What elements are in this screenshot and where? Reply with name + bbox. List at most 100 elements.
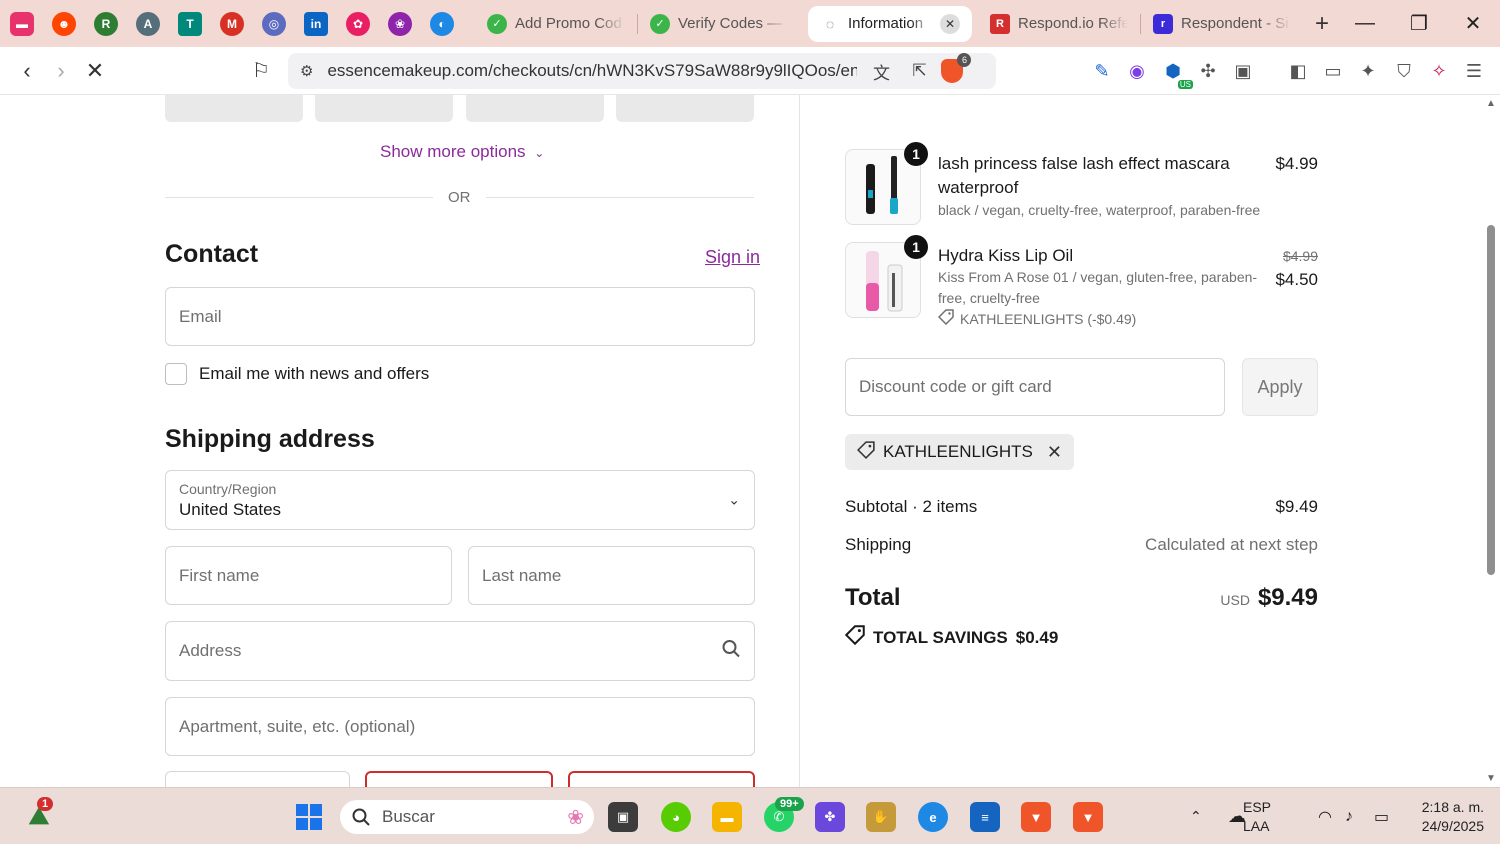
battery-icon[interactable]: ▭	[1374, 788, 1389, 845]
tab-respondent[interactable]: r Respondent - Si	[1141, 6, 1303, 42]
pinned-tab-r[interactable]: R	[87, 5, 125, 43]
savings-value: $0.49	[1015, 627, 1059, 647]
close-tab-icon[interactable]: ✕	[940, 13, 960, 34]
show-more-options-link[interactable]: Show more options ⌄	[380, 142, 544, 162]
edit-note-icon[interactable]: ✎	[1090, 59, 1114, 83]
back-icon[interactable]: ‹	[10, 58, 44, 84]
brave-shield-icon[interactable]: 6	[941, 53, 972, 83]
remove-discount-icon[interactable]: ✕	[1047, 442, 1062, 463]
vpn-label: US	[1177, 80, 1193, 89]
apartment-field[interactable]: Apartment, suite, etc. (optional)	[165, 697, 755, 756]
clock[interactable]: 2:18 a. m. 24/9/2025	[1422, 798, 1484, 836]
wifi-icon[interactable]: ◠	[1318, 788, 1332, 845]
contact-heading: Contact	[165, 240, 259, 268]
task-view-icon[interactable]: ▣	[608, 802, 638, 832]
maximize-icon[interactable]: ❐	[1392, 11, 1446, 36]
brave-active-icon[interactable]: ▼	[1073, 802, 1103, 832]
screenshot-icon[interactable]: ▣	[1231, 59, 1255, 83]
pinned-tab-speech-bubble[interactable]: ▬	[3, 5, 41, 43]
subtotal-value: $9.49	[1275, 497, 1318, 516]
express-pay-button[interactable]	[466, 95, 604, 122]
pinned-tab-reddit[interactable]: ☻	[45, 5, 83, 43]
site-settings-icon[interactable]: ⚙	[300, 62, 313, 80]
volume-icon[interactable]: ♪	[1345, 788, 1353, 845]
extensions-icon[interactable]: ✣	[1196, 59, 1220, 83]
apply-button[interactable]: Apply	[1242, 358, 1318, 416]
forward-icon[interactable]: ›	[44, 58, 78, 84]
email-field[interactable]: Email	[165, 287, 755, 346]
flower-icon: ✿	[346, 11, 370, 36]
windows-start-icon[interactable]	[294, 802, 324, 832]
tab-verify-codes[interactable]: ✓ Verify Codes —	[638, 6, 800, 42]
product-variant: black / vegan, cruelty-free, waterproof,…	[938, 202, 1261, 218]
pinned-tab-drop[interactable]: ◐	[423, 5, 461, 43]
vpn-shield-icon[interactable]: ⛉	[1392, 59, 1416, 83]
menu-icon[interactable]: ☰	[1462, 59, 1486, 83]
scroll-up-icon[interactable]: ▲	[1486, 98, 1496, 109]
new-tab-button[interactable]: +	[1315, 10, 1329, 38]
subtotal-label: Subtotal · 2 items	[845, 497, 978, 516]
pinned-tab-swirl[interactable]: ◎	[255, 5, 293, 43]
savings-label: TOTAL SAVINGS	[873, 627, 1008, 647]
stop-loading-icon[interactable]: ✕	[78, 58, 112, 84]
edge-icon[interactable]: e	[918, 802, 948, 832]
taskbar-search[interactable]: Buscar ❀	[340, 800, 594, 834]
express-pay-button[interactable]	[315, 95, 453, 122]
sign-in-link[interactable]: Sign in	[705, 247, 760, 268]
translate-icon[interactable]: 文	[867, 59, 895, 84]
scroll-down-icon[interactable]: ▼	[1486, 773, 1496, 784]
zip-field-error[interactable]	[568, 771, 755, 787]
last-name-field[interactable]: Last name	[468, 546, 755, 605]
brave-icon[interactable]: ▼	[1021, 802, 1051, 832]
newsletter-checkbox[interactable]	[165, 363, 187, 385]
discount-code-field[interactable]: Discount code or gift card	[845, 358, 1225, 416]
address-field[interactable]: Address	[165, 621, 755, 681]
wallet-icon[interactable]: ▭	[1321, 59, 1345, 83]
window-controls: — ❐ ✕	[1338, 0, 1500, 47]
share-icon[interactable]: ⇱	[905, 61, 933, 81]
bookmark-icon[interactable]: ⚐	[244, 58, 278, 83]
tab-information[interactable]: ◌ Information ✕	[808, 5, 972, 42]
or-separator: OR	[448, 189, 471, 206]
pinned-tab-flower[interactable]: ✿	[339, 5, 377, 43]
column-divider	[799, 95, 800, 787]
express-pay-button[interactable]	[165, 95, 303, 122]
pinned-tab-gmail[interactable]: M	[213, 5, 251, 43]
show-hidden-icons[interactable]: ⌃	[1190, 788, 1202, 845]
pinned-tab-linkedin[interactable]: in	[297, 5, 335, 43]
app-icon[interactable]: ✋	[866, 802, 896, 832]
az-icon: A	[136, 11, 160, 36]
scrollbar-thumb[interactable]	[1487, 225, 1495, 575]
tab-title: Respondent - Si	[1181, 15, 1289, 32]
file-explorer-icon[interactable]: ▬	[712, 802, 742, 832]
address-bar[interactable]: ⚙ essencemakeup.com/checkouts/cn/hWN3KvS…	[288, 53, 996, 89]
city-field[interactable]	[165, 771, 350, 787]
tab-title: Information	[848, 15, 924, 32]
notepad-icon[interactable]: ≡	[970, 802, 1000, 832]
pinned-tab-lotus[interactable]: ❀	[381, 5, 419, 43]
country-select[interactable]: Country/Region United States ⌄	[165, 470, 755, 530]
tab-add-promo[interactable]: ✓ Add Promo Cod	[475, 6, 637, 42]
leo-icon[interactable]: ✦	[1356, 59, 1380, 83]
speech-bubble-icon: ▬	[10, 11, 34, 36]
copilot-icon[interactable]: ✤	[815, 802, 845, 832]
rewards-icon[interactable]: ✧	[1427, 59, 1451, 83]
pinned-tab-az[interactable]: A	[129, 5, 167, 43]
drop-icon: ◐	[430, 11, 454, 36]
page-scrollbar[interactable]: ▲ ▼	[1482, 95, 1500, 787]
tab-respond-io[interactable]: R Respond.io Refe	[978, 6, 1140, 42]
url-text: essencemakeup.com/checkouts/cn/hWN3KvS79…	[327, 61, 858, 80]
email-placeholder: Email	[179, 306, 222, 326]
first-name-field[interactable]: First name	[165, 546, 452, 605]
state-field-error[interactable]	[365, 771, 553, 787]
close-window-icon[interactable]: ✕	[1446, 11, 1500, 36]
vpn-extension-icon[interactable]: ⬢ US	[1161, 59, 1193, 89]
language-indicator[interactable]: ESP LAA	[1243, 798, 1271, 836]
minimize-icon[interactable]: —	[1338, 12, 1392, 35]
product-thumbnail-mascara: 1	[845, 142, 928, 225]
duolingo-icon[interactable]: ◕	[661, 802, 691, 832]
ai-icon[interactable]: ◉	[1125, 59, 1149, 83]
express-pay-button[interactable]	[616, 95, 754, 122]
pinned-tab-t[interactable]: T	[171, 5, 209, 43]
sidebar-icon[interactable]: ◧	[1286, 59, 1310, 83]
